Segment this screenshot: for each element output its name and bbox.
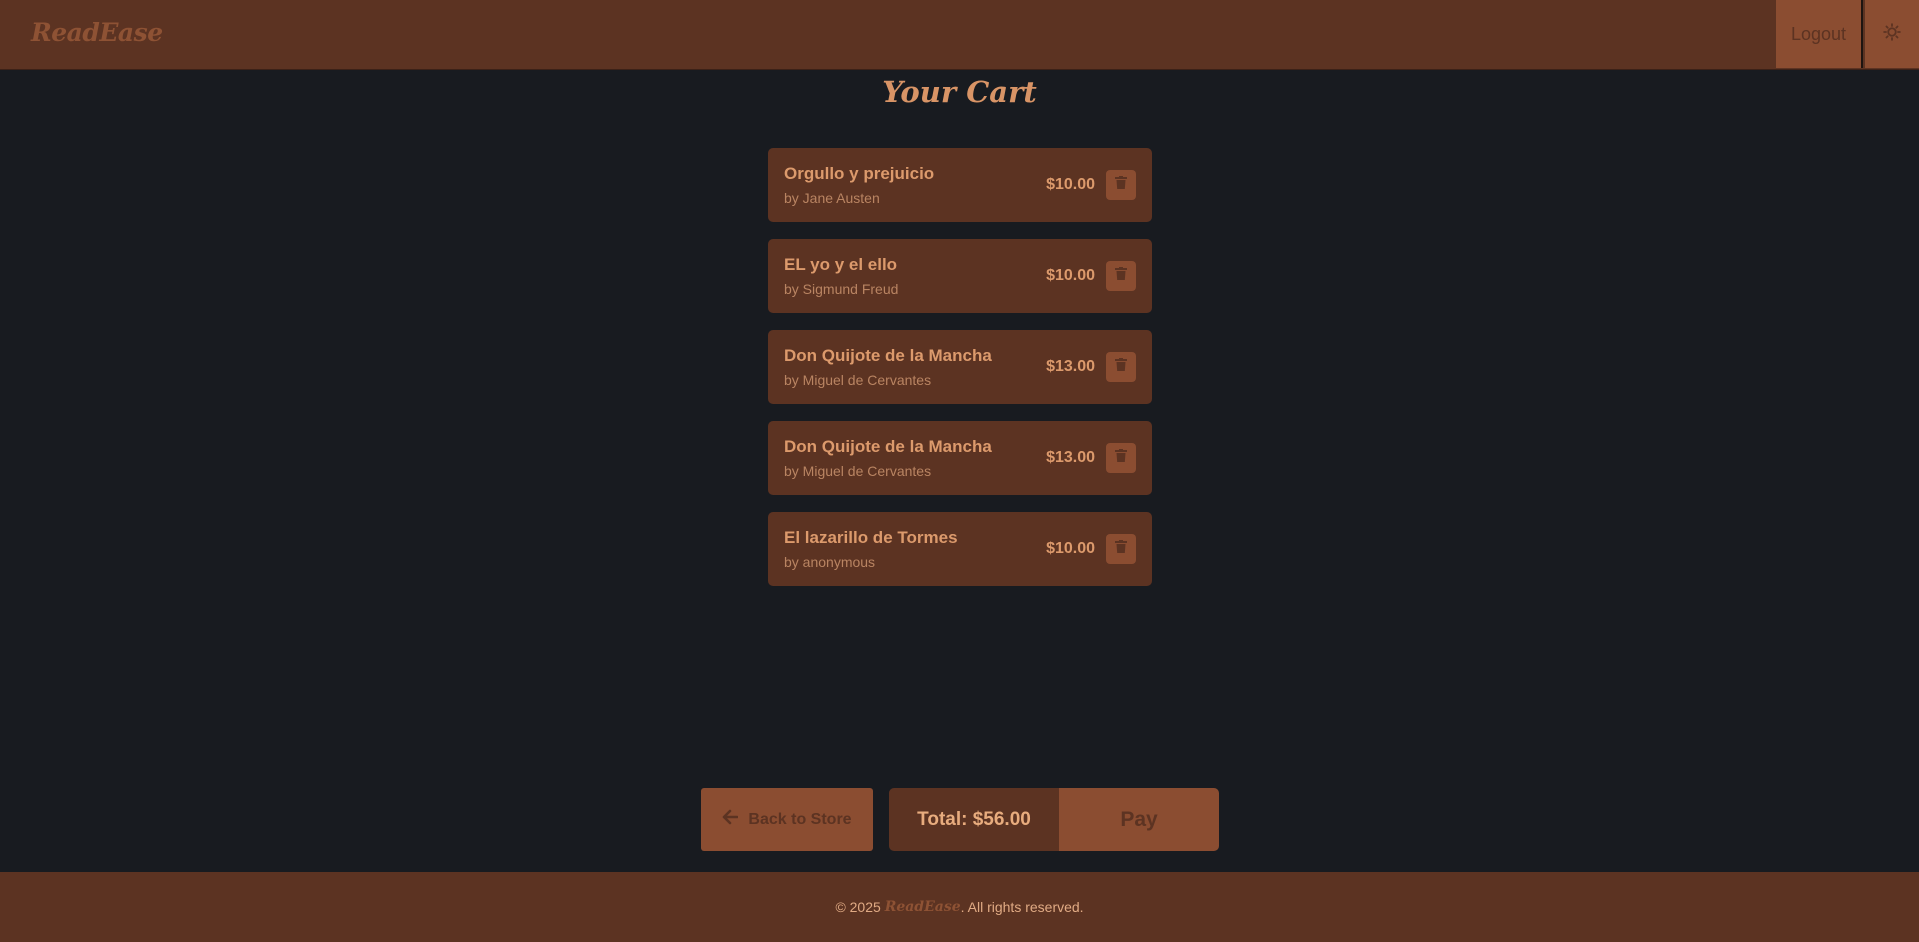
trash-icon (1115, 449, 1127, 467)
cart-item: EL yo y el ello by Sigmund Freud $10.00 (768, 239, 1152, 313)
cart-total: Total: $56.00 (889, 788, 1059, 851)
remove-item-button[interactable] (1106, 170, 1136, 200)
footer-rights: . All rights reserved. (960, 899, 1084, 915)
item-title: EL yo y el ello (784, 255, 898, 274)
footer: © 2025 ReadEase. All rights reserved. (0, 872, 1919, 942)
sun-icon (1883, 22, 1901, 46)
cart-item: El lazarillo de Tormes by anonymous $10.… (768, 512, 1152, 586)
item-price: $10.00 (1046, 176, 1095, 193)
remove-item-button[interactable] (1106, 352, 1136, 382)
footer-copyright: © 2025 (835, 899, 881, 915)
trash-icon (1115, 540, 1127, 558)
item-title: El lazarillo de Tormes (784, 528, 958, 547)
logout-button[interactable]: Logout (1776, 0, 1863, 68)
trash-icon (1115, 267, 1127, 285)
cart-item: Don Quijote de la Mancha by Miguel de Ce… (768, 421, 1152, 495)
cart-item: Don Quijote de la Mancha by Miguel de Ce… (768, 330, 1152, 404)
item-author: by Sigmund Freud (784, 281, 899, 297)
item-author: by Jane Austen (784, 190, 880, 206)
item-author: by anonymous (784, 554, 876, 570)
remove-item-button[interactable] (1106, 443, 1136, 473)
item-title: Orgullo y prejuicio (784, 164, 935, 183)
checkout-bar: Total: $56.00 Pay (889, 788, 1219, 851)
item-title: Don Quijote de la Mancha (784, 437, 992, 456)
trash-icon (1115, 358, 1127, 376)
item-price: $10.00 (1046, 540, 1095, 557)
trash-icon (1115, 176, 1127, 194)
back-to-store-label: Back to Store (748, 810, 852, 828)
item-author: by Miguel de Cervantes (784, 463, 932, 479)
item-price: $10.00 (1046, 267, 1095, 284)
item-author: by Miguel de Cervantes (784, 372, 932, 388)
page-title: Your Cart (882, 75, 1037, 109)
item-price: $13.00 (1046, 358, 1095, 375)
remove-item-button[interactable] (1106, 534, 1136, 564)
item-price: $13.00 (1046, 449, 1095, 466)
item-title: Don Quijote de la Mancha (784, 346, 992, 365)
footer-brand: ReadEase (884, 899, 961, 915)
pay-button[interactable]: Pay (1059, 788, 1219, 851)
top-nav-bar: ReadEase Logout (0, 0, 1919, 70)
theme-toggle-button[interactable] (1865, 0, 1919, 68)
remove-item-button[interactable] (1106, 261, 1136, 291)
cart-item: Orgullo y prejuicio by Jane Austen $10.0… (768, 148, 1152, 222)
app-logo[interactable]: ReadEase (31, 18, 163, 47)
back-to-store-button[interactable]: Back to Store (701, 788, 873, 851)
arrow-left-icon (722, 809, 739, 830)
